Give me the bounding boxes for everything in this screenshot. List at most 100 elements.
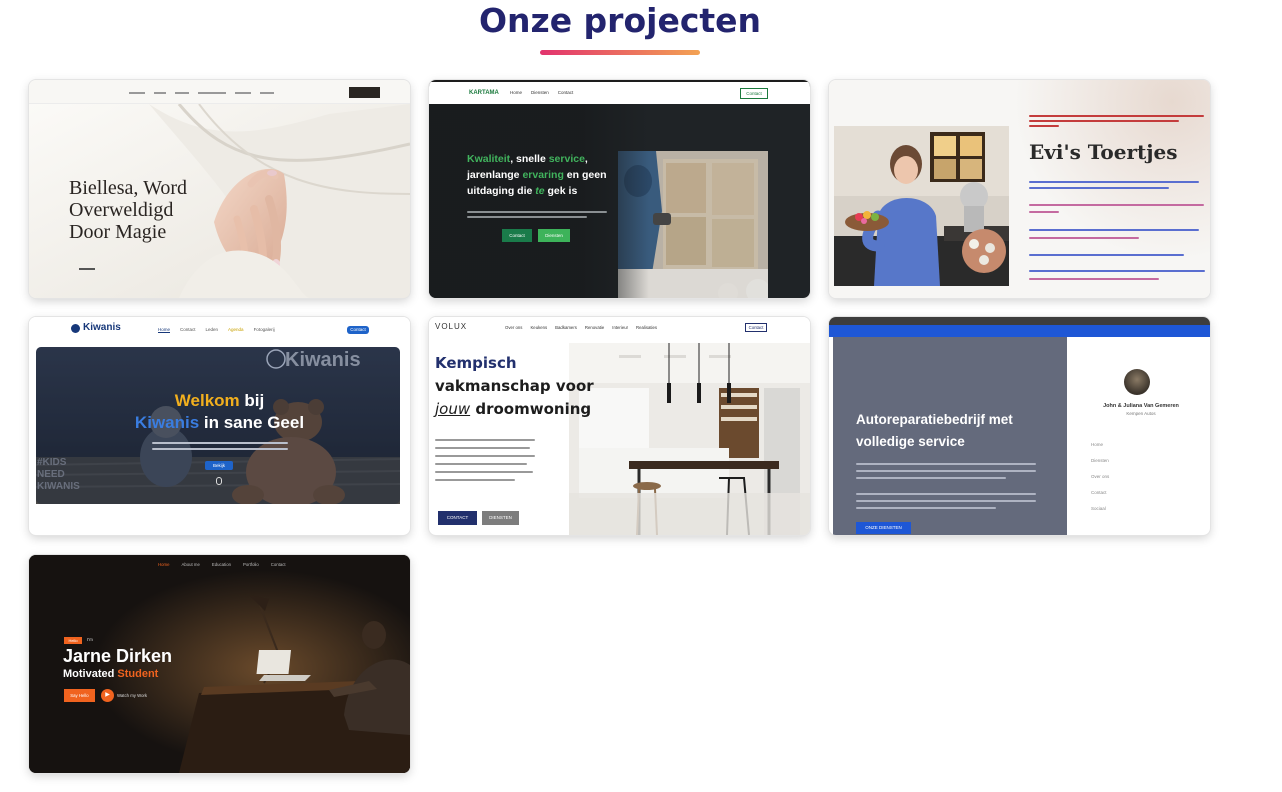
- body-text: [1029, 229, 1199, 231]
- sidebar-menu: Home Diensten Over ons Contact Sociaal: [1091, 437, 1109, 517]
- hero-services-button: ONZE DIENSTEN: [856, 522, 911, 534]
- site-nav: Home About me Education Portfolio Contac…: [158, 562, 286, 567]
- project-card-biellesa[interactable]: Biellesa, Word Overweldigd Door Magie: [29, 80, 410, 298]
- body-text: [1029, 270, 1205, 272]
- site-nav-item: Keukens: [530, 325, 548, 330]
- site-cta-button: [349, 87, 380, 98]
- site-logo: Kiwanis: [83, 322, 121, 333]
- body-text: [1029, 211, 1059, 213]
- hero-headline: Kwaliteit, snelle service, jarenlange er…: [467, 151, 607, 199]
- hero-side-text: #KIDS NEED KIWANIS: [37, 457, 80, 493]
- site-nav-item: Home: [158, 327, 171, 333]
- headline-highlight: ervaring: [522, 169, 564, 181]
- site-cta-button: Contact: [740, 88, 768, 99]
- hero-paragraph: [152, 442, 288, 444]
- site-nav-item: Home: [510, 90, 523, 95]
- site-nav: Home Contact Leden Agenda Fotogalerij: [158, 327, 275, 333]
- say-hello-button: Say Hello: [64, 689, 95, 702]
- site-nav-item: Education: [211, 562, 231, 567]
- hero-paragraph: [152, 448, 288, 450]
- site-nav-item: Contact: [557, 90, 574, 95]
- hero-services-button: Diensten: [538, 229, 570, 242]
- hero-services-button: DIENSTEN: [482, 511, 519, 525]
- site-logo: VOLUX: [435, 322, 468, 331]
- site-heading: Evi's Toertjes: [1029, 140, 1178, 164]
- site-nav-item: Interieur: [612, 325, 629, 330]
- headline-text: droomwoning: [470, 400, 592, 418]
- sidebar-name: John & Juliana Van Gemeren: [1103, 403, 1179, 409]
- project-card-jarne-dirken[interactable]: Home About me Education Portfolio Contac…: [29, 555, 410, 773]
- kiwanis-logo-icon: [71, 324, 80, 333]
- project-card-volux[interactable]: VOLUX Over ons Keukens Badkamers Renovat…: [429, 317, 810, 535]
- section-title: Onze projecten: [478, 1, 762, 40]
- side-text-line: KIWANIS: [37, 481, 80, 492]
- sidebar-menu-item: Contact: [1091, 490, 1107, 495]
- hero-subtitle: Motivated: [63, 668, 118, 680]
- hero-link: [79, 268, 95, 270]
- hero-paragraph: [856, 493, 1036, 495]
- intro-text: [1029, 115, 1204, 117]
- project-card-kempen-autos[interactable]: Autoreparatiebedrijf met volledige servi…: [829, 317, 1210, 535]
- side-text-line: #KIDS: [37, 457, 67, 468]
- headline-text: in sane Geel: [199, 413, 305, 432]
- project-card-kartama[interactable]: KARTAMA Home Diensten Contact Contact Kw…: [429, 80, 810, 298]
- headline-highlight: Kempisch: [435, 354, 517, 372]
- headline-line-2: Overweldigd: [69, 199, 174, 221]
- sidebar-subtitle: Kempen Autos: [1126, 411, 1156, 416]
- headline-highlight: Welkom: [174, 391, 240, 410]
- headline-text: gek is: [544, 185, 578, 197]
- site-nav-item: Renovatie: [584, 325, 605, 330]
- play-icon: ▶: [101, 689, 114, 702]
- body-text: [1029, 254, 1184, 256]
- hero-paragraph: [435, 455, 535, 457]
- headline-text: , snelle: [510, 153, 549, 165]
- sidebar-menu-item: Sociaal: [1091, 506, 1106, 511]
- site-cta-button: Contact: [347, 326, 369, 334]
- site-navbar: Kiwanis Home Contact Leden Agenda Fotoga…: [29, 317, 410, 343]
- sidebar-menu-item: Home: [1091, 442, 1104, 447]
- body-text: [1029, 187, 1169, 189]
- headline-highlight: service: [548, 153, 585, 165]
- site-nav-item: Contact: [180, 327, 196, 332]
- sidebar-menu-item: Diensten: [1091, 458, 1109, 463]
- hero-headline: Welkom bij Kiwanis in sane Geel: [29, 390, 410, 434]
- site-nav: Home Diensten Contact: [510, 90, 573, 95]
- headline-highlight: jouw: [435, 400, 471, 418]
- headline-text: en geen: [563, 169, 607, 181]
- hero-paragraph: [467, 211, 607, 213]
- headline-text: ,: [584, 153, 588, 165]
- project-card-evis-toertjes[interactable]: Evi's Toertjes: [829, 80, 1210, 298]
- hero-paragraph: [435, 439, 535, 441]
- intro-tag: I'm: [87, 637, 93, 642]
- site-nav-item: Diensten: [531, 90, 549, 95]
- site-nav-item: Over ons: [505, 325, 523, 330]
- hello-tag: Hello: [64, 637, 82, 644]
- title-underline: [540, 50, 700, 55]
- site-navbar: KARTAMA Home Diensten Contact Contact: [429, 80, 810, 104]
- hero-paragraph: [467, 216, 587, 218]
- hero-name: Jarne Dirken: [63, 646, 173, 666]
- avatar: [1124, 369, 1150, 395]
- hero-paragraph: [856, 470, 1036, 472]
- body-text: [1029, 278, 1159, 280]
- hero-paragraph: [856, 477, 1006, 479]
- headline-highlight: Kiwanis: [134, 413, 200, 432]
- site-topbar: [829, 317, 1210, 325]
- watch-work-link: Watch my Work: [117, 693, 148, 698]
- site-nav-item: About me: [181, 562, 200, 567]
- body-text: [1029, 181, 1199, 183]
- baker-kitchen-image: [834, 126, 1009, 286]
- site-logo: KARTAMA: [469, 90, 499, 96]
- site-nav-item: Home: [158, 562, 170, 567]
- body-text: [1029, 204, 1204, 206]
- project-card-kiwanis[interactable]: Kiwanis Home Contact Leden Agenda Fotoga…: [29, 317, 410, 535]
- site-nav-item: Contact: [270, 562, 286, 567]
- hero-overlay: [429, 104, 649, 298]
- hero-paragraph: [856, 463, 1036, 465]
- headline-highlight: te: [535, 185, 545, 197]
- site-nav-item: Badkamers: [555, 325, 577, 330]
- site-navbar: VOLUX Over ons Keukens Badkamers Renovat…: [429, 317, 810, 339]
- hero-subtitle-highlight: Student: [117, 668, 159, 680]
- hero-paragraph: [856, 500, 1036, 502]
- side-text-line: NEED: [37, 469, 65, 480]
